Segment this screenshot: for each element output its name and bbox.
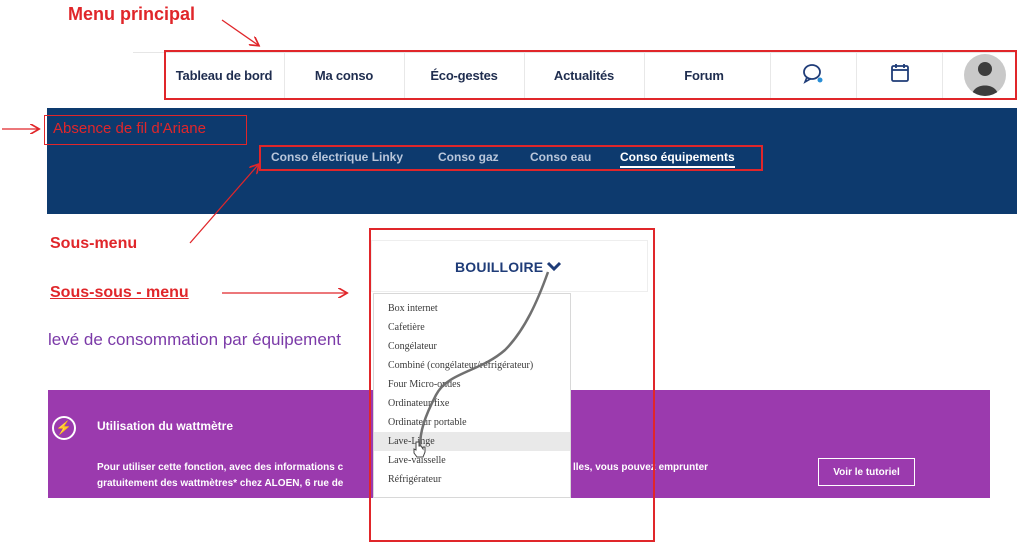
cursor-path xyxy=(418,271,550,448)
annotation-arrows xyxy=(2,19,550,458)
arrow-submenu xyxy=(189,165,258,244)
hand-cursor-icon xyxy=(413,441,426,458)
arrow-main-menu xyxy=(221,19,258,45)
